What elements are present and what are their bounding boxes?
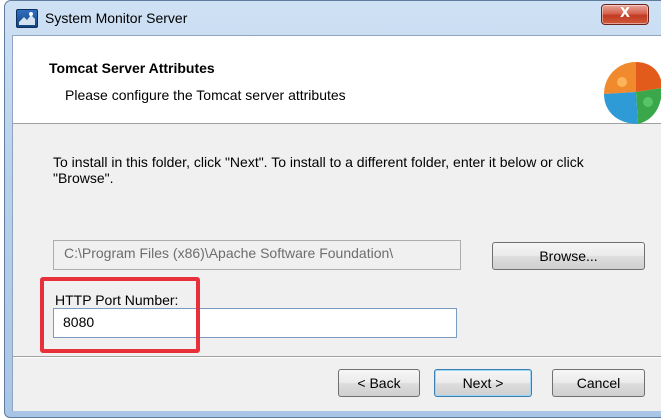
- cancel-button[interactable]: Cancel: [552, 369, 645, 397]
- next-button[interactable]: Next >: [434, 369, 532, 397]
- install-path-field: C:\Program Files (x86)\Apache Software F…: [53, 240, 461, 270]
- tomcat-puzzle-icon: [596, 54, 661, 124]
- close-button[interactable]: X: [601, 4, 649, 25]
- highlight-annotation-box: [40, 277, 200, 353]
- footer-divider: [13, 356, 661, 358]
- app-icon: [16, 9, 38, 28]
- dialog-client-area: Tomcat Server Attributes Please configur…: [12, 35, 661, 411]
- wizard-header: Tomcat Server Attributes Please configur…: [13, 36, 661, 124]
- close-icon: X: [619, 6, 631, 21]
- window-title: System Monitor Server: [45, 10, 188, 26]
- page-subtitle: Please configure the Tomcat server attri…: [65, 87, 346, 103]
- page-title: Tomcat Server Attributes: [49, 60, 215, 76]
- install-instruction: To install in this folder, click "Next".…: [53, 154, 584, 186]
- browse-button[interactable]: Browse...: [492, 242, 645, 270]
- back-button[interactable]: < Back: [338, 369, 420, 397]
- title-bar[interactable]: System Monitor Server X: [5, 1, 661, 35]
- installer-window: System Monitor Server X Tomcat Server At…: [4, 0, 661, 418]
